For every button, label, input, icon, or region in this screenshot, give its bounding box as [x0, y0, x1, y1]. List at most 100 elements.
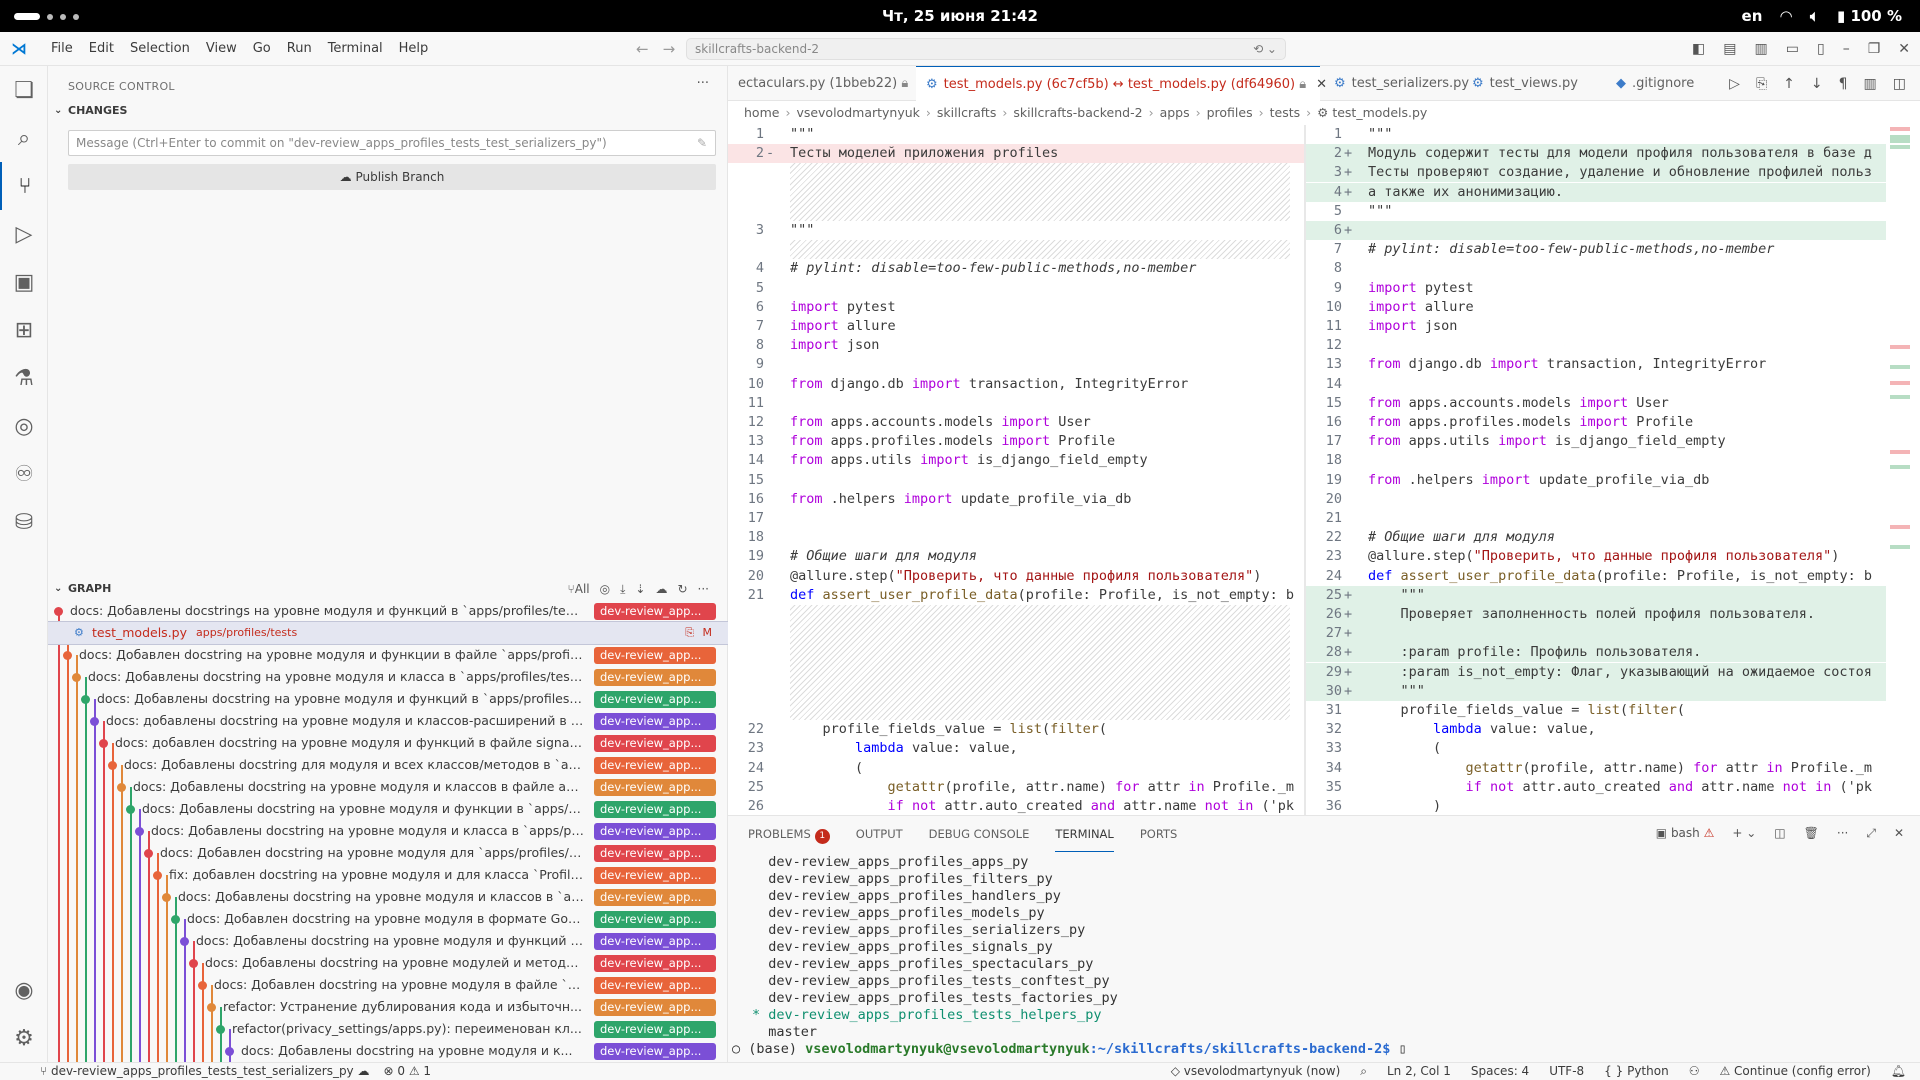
commit-row[interactable]: docs: Добавлены docstring на уровне моду… — [48, 798, 728, 820]
source-control-icon[interactable]: ⑂ — [0, 162, 48, 210]
restore-icon[interactable]: ❐ — [1868, 41, 1881, 57]
battery-indicator[interactable]: ▮ 100 % — [1837, 7, 1902, 25]
commit-row[interactable]: refactor: Устранение дублирования кода и… — [48, 996, 728, 1018]
branch-tag[interactable]: dev-review_app... — [594, 603, 716, 620]
code-line[interactable]: 10 from django.db import transaction, Int… — [728, 375, 1304, 394]
tab-2[interactable]: ⚙ test_serializers.py — [1324, 66, 1469, 101]
code-line[interactable]: 26 if not attr.auto_created and attr.nam… — [728, 797, 1304, 815]
cursor-position[interactable]: Ln 2, Col 1 — [1387, 1063, 1451, 1080]
run-debug-icon[interactable]: ▷ — [0, 210, 48, 258]
terminal-shell-selector[interactable]: ▣ bash ⚠ — [1656, 826, 1715, 841]
code-line[interactable]: 5 — [728, 279, 1304, 298]
code-line[interactable]: 29 + :param is_not_empty: Флаг, указывающ… — [1306, 662, 1886, 682]
breadcrumb-item[interactable]: tests — [1270, 105, 1301, 120]
menu-terminal[interactable]: Terminal — [320, 41, 391, 56]
code-line[interactable]: 2- Тесты моделей приложения profiles — [728, 144, 1304, 164]
code-line[interactable]: 14 from apps.utils import is_django_field… — [728, 451, 1304, 470]
copilot-status-icon[interactable]: ⚇ — [1689, 1063, 1700, 1080]
code-line[interactable]: 18 — [728, 528, 1304, 547]
commit-row[interactable]: docs: Добавлены docstring на уровне моду… — [48, 776, 728, 798]
branch-tag[interactable]: dev-review_app... — [594, 669, 716, 686]
customize-layout-icon[interactable]: ▤ — [1723, 41, 1736, 57]
commit-row[interactable]: docs: Добавлен docstring на уровне модул… — [48, 644, 728, 666]
indentation[interactable]: Spaces: 4 — [1471, 1063, 1529, 1080]
code-line[interactable]: 24 ( — [728, 759, 1304, 778]
code-line[interactable]: 16 from apps.profiles.models import Profi… — [1306, 413, 1886, 432]
branch-tag[interactable]: dev-review_app... — [594, 823, 716, 840]
code-line[interactable]: 34 getattr(profile, attr.name) for attr … — [1306, 759, 1886, 778]
sparkle-icon[interactable]: ✎ — [697, 131, 707, 155]
terminal-prompt[interactable]: ○ (base) vsevolodmartynyuk@vsevolodmarty… — [732, 1041, 1902, 1058]
terminal-output[interactable]: dev-review_apps_profiles_apps_py dev-rev… — [732, 854, 1902, 1060]
toggle-secondary-sidebar-icon[interactable]: ▯ — [1817, 41, 1825, 57]
notifications-icon[interactable]: 🔔︎ — [1891, 1063, 1906, 1080]
breadcrumb-item[interactable]: apps — [1160, 105, 1190, 120]
code-line[interactable]: 19 # Общие шаги для модуля — [728, 547, 1304, 566]
code-line[interactable]: 20 @allure.step("Проверить, что данные пр… — [728, 567, 1304, 586]
commit-row[interactable]: docs: Добавлены docstring для модуля и в… — [48, 754, 728, 776]
activities-indicator[interactable] — [14, 13, 79, 20]
commit-row[interactable]: docs: добавлен docstring на уровне модул… — [48, 732, 728, 754]
code-line[interactable]: 3 + Тесты проверяют создание, удаление и о… — [1306, 163, 1886, 183]
encoding[interactable]: UTF-8 — [1549, 1063, 1584, 1080]
copilot-icon[interactable]: ⟲ ⌄ — [1253, 39, 1277, 59]
git-blame-status[interactable]: ◇ vsevolodmartynyuk (now) — [1171, 1063, 1341, 1080]
commit-row[interactable]: docs: Добавлены docstring на уровне моду… — [48, 930, 728, 952]
diff-original-pane[interactable]: 1 """ 2- Тесты моделей приложения profiles 3… — [728, 125, 1304, 815]
commit-row[interactable]: docs: Добавлены docstring на уровне моду… — [48, 952, 728, 974]
code-line[interactable]: 6 import pytest — [728, 298, 1304, 317]
branch-tag[interactable]: dev-review_app... — [594, 647, 716, 664]
branch-tag[interactable]: dev-review_app... — [594, 801, 716, 818]
diff-modified-pane[interactable]: 1 """ 2 + Модуль содержит тесты для модели п… — [1306, 125, 1886, 815]
branch-tag[interactable]: dev-review_app... — [594, 933, 716, 950]
code-line[interactable]: 27 + — [1306, 624, 1886, 644]
zoom-icon[interactable]: ⌕ — [1360, 1063, 1367, 1080]
code-line[interactable]: 12 — [1306, 336, 1886, 355]
code-line[interactable]: 33 ( — [1306, 739, 1886, 758]
code-line[interactable]: 8 — [1306, 259, 1886, 278]
code-line[interactable]: 1 """ — [1306, 125, 1886, 144]
code-line[interactable]: 12 from apps.accounts.models import User — [728, 413, 1304, 432]
code-line[interactable]: 19 from .helpers import update_profile_vi… — [1306, 471, 1886, 490]
code-line[interactable]: 20 — [1306, 490, 1886, 509]
menu-selection[interactable]: Selection — [122, 41, 198, 56]
breadcrumb-item[interactable]: skillcrafts-backend-2 — [1013, 105, 1142, 120]
forward-arrow-icon[interactable]: → — [663, 40, 676, 58]
tab-1[interactable]: ⚙ test_models.py (6c7cf5b) ↔ test_models.… — [916, 66, 1327, 101]
commit-row[interactable]: refactor(privacy_settings/apps.py): пере… — [48, 1018, 728, 1040]
code-line[interactable]: 22 profile_fields_value = list(filter( — [728, 720, 1304, 739]
code-line[interactable]: 7 # pylint: disable=too-few-public-method… — [1306, 240, 1886, 259]
branch-tag[interactable]: dev-review_app... — [594, 779, 716, 796]
testing-icon[interactable]: ⚗ — [0, 354, 48, 402]
commit-row[interactable]: docs: Добавлены docstring на уровне моду… — [48, 666, 728, 688]
database-icon[interactable]: ⛁ — [0, 498, 48, 546]
code-line[interactable]: 13 from django.db import transaction, Int… — [1306, 355, 1886, 374]
split-editor-icon[interactable]: ◫ — [1893, 76, 1906, 92]
code-line[interactable]: 4 # pylint: disable=too-few-public-method… — [728, 259, 1304, 278]
continue-status[interactable]: ⚠ Continue (config error) — [1719, 1063, 1870, 1080]
new-terminal-icon[interactable]: + ⌄ — [1732, 826, 1756, 841]
commit-row[interactable]: docs: Добавлены docstring на уровне моду… — [48, 688, 728, 710]
commit-message-input[interactable]: Message (Ctrl+Enter to commit on "dev-re… — [68, 130, 716, 156]
branch-tag[interactable]: dev-review_app... — [594, 735, 716, 752]
command-center[interactable]: skillcrafts-backend-2 ⟲ ⌄ — [686, 37, 1286, 60]
code-line[interactable]: 24 def assert_user_profile_data(profile: … — [1306, 567, 1886, 586]
remote-explorer-icon[interactable]: ▣ — [0, 258, 48, 306]
prev-change-icon[interactable]: ↑ — [1783, 76, 1795, 92]
branch-tag[interactable]: dev-review_app... — [594, 977, 716, 994]
branch-tag[interactable]: dev-review_app... — [594, 889, 716, 906]
code-line[interactable]: 13 from apps.profiles.models import Profi… — [728, 432, 1304, 451]
code-line[interactable]: 1 """ — [728, 125, 1304, 144]
minimize-icon[interactable]: – — [1843, 41, 1850, 57]
code-line[interactable]: 31 profile_fields_value = list(filter( — [1306, 701, 1886, 720]
split-terminal-icon[interactable]: ◫ — [1774, 826, 1785, 841]
keyboard-layout[interactable]: en — [1742, 7, 1763, 25]
breadcrumb-item[interactable]: test_models.py — [1332, 105, 1427, 120]
toggle-panel-icon[interactable]: ▭ — [1786, 41, 1799, 57]
panel-tab-output[interactable]: OUTPUT — [856, 816, 903, 852]
toggle-sidebar-icon[interactable]: ▥ — [1755, 41, 1768, 57]
code-line[interactable]: 9 — [728, 355, 1304, 374]
diff-overview-ruler[interactable] — [1886, 125, 1920, 815]
code-line[interactable]: 9 import pytest — [1306, 279, 1886, 298]
commit-row[interactable]: docs: Добавлены docstring на уровне моду… — [48, 1040, 728, 1062]
